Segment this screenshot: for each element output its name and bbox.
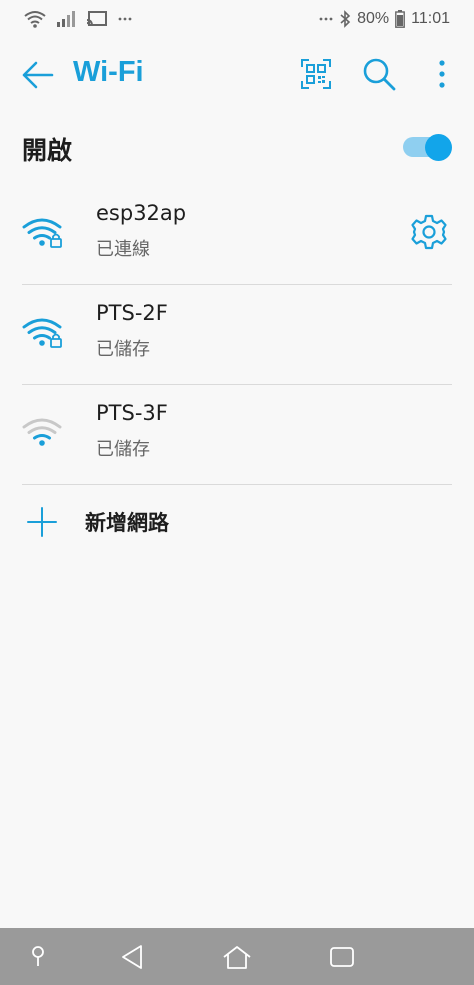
add-network-button[interactable]: 新增網路 xyxy=(0,488,474,558)
add-network-label: 新增網路 xyxy=(85,511,169,535)
wifi-toggle-row[interactable]: 開啟 xyxy=(0,115,474,179)
network-item-esp32ap[interactable]: esp32ap 已連線 xyxy=(0,185,474,285)
recents-icon[interactable] xyxy=(328,942,356,972)
network-item-pts-3f[interactable]: PTS-3F 已儲存 xyxy=(0,385,474,485)
home-icon[interactable] xyxy=(222,942,252,972)
page-title: Wi-Fi xyxy=(73,56,144,88)
bluetooth-icon xyxy=(340,10,351,28)
more-dots-icon xyxy=(118,17,132,21)
assistant-pin-icon[interactable] xyxy=(28,942,48,972)
wifi-weak-icon xyxy=(22,418,62,446)
back-arrow-icon[interactable] xyxy=(20,58,54,92)
wifi-icon xyxy=(24,11,46,28)
more-dots-icon xyxy=(319,17,333,21)
network-ssid: esp32ap xyxy=(96,201,187,225)
network-ssid: PTS-3F xyxy=(96,401,168,425)
network-ssid: PTS-2F xyxy=(96,301,168,325)
plus-icon xyxy=(27,507,57,537)
app-bar: Wi-Fi xyxy=(0,38,474,110)
clock: 11:01 xyxy=(411,10,450,27)
cast-icon xyxy=(86,11,107,27)
wifi-switch[interactable] xyxy=(403,133,453,161)
gear-icon[interactable] xyxy=(410,213,448,251)
battery-percent: 80% xyxy=(357,10,390,27)
divider xyxy=(22,484,452,485)
network-state: 已儲存 xyxy=(96,439,150,460)
more-vert-icon[interactable] xyxy=(432,57,452,91)
search-icon[interactable] xyxy=(362,57,396,91)
status-bar: 80% 11:01 xyxy=(0,0,474,38)
signal-icon xyxy=(57,11,75,27)
wifi-lock-icon xyxy=(22,318,62,348)
switch-thumb xyxy=(425,134,452,161)
network-state: 已連線 xyxy=(96,239,150,260)
back-triangle-icon[interactable] xyxy=(119,942,145,972)
navigation-bar xyxy=(0,928,474,985)
qr-code-icon[interactable] xyxy=(301,59,331,89)
network-state: 已儲存 xyxy=(96,339,150,360)
network-item-pts-2f[interactable]: PTS-2F 已儲存 xyxy=(0,285,474,385)
wifi-lock-icon xyxy=(22,218,62,248)
toggle-label: 開啟 xyxy=(22,136,73,165)
battery-icon xyxy=(395,10,406,28)
